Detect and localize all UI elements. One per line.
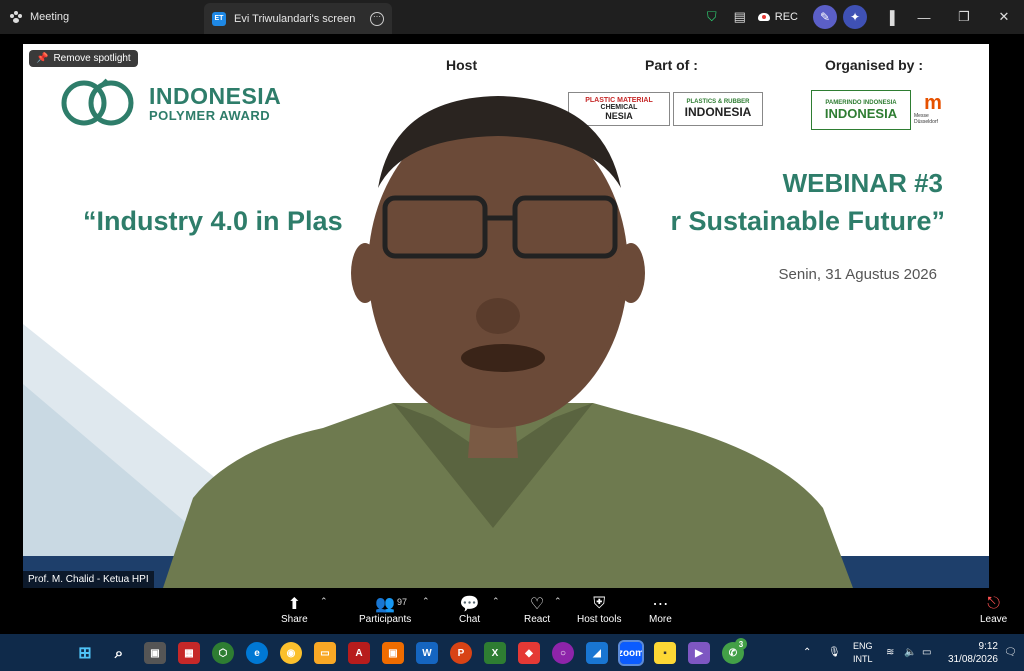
language-indicator[interactable]: ENG INTL	[853, 640, 873, 666]
volume-icon[interactable]: 🔈	[904, 634, 916, 671]
microphone-icon[interactable]: 🎙	[828, 634, 841, 671]
battery-icon[interactable]: ▭	[922, 634, 931, 671]
participants-icon: 👥	[375, 596, 396, 613]
whatsapp-badge: 3	[735, 638, 747, 650]
close-button[interactable]: ✕	[984, 0, 1024, 34]
leave-door-icon: ⎋	[987, 595, 1000, 612]
magic-pen-icon[interactable]: ✎	[813, 5, 837, 29]
tab-screen-share[interactable]: ET Evi Triwulandari's screen ⋯	[204, 3, 392, 34]
word-icon[interactable]: W	[416, 642, 438, 664]
heart-icon: ♡	[529, 596, 545, 613]
app-title: Meeting	[0, 11, 210, 23]
tab-title: Evi Triwulandari's screen	[234, 12, 356, 25]
share-screen-icon: ⬆︎	[287, 596, 302, 613]
pin-icon: 📌	[36, 53, 49, 64]
tray-chevron-icon[interactable]: ⌃	[803, 634, 811, 671]
file-explorer-icon[interactable]: ▭	[314, 642, 336, 664]
share-options-caret-icon[interactable]: ⌃	[320, 596, 328, 607]
tab-badge: ET	[212, 11, 226, 26]
restore-button[interactable]: ❐	[944, 0, 984, 34]
messe-m-icon: m	[924, 92, 942, 114]
app-red-icon[interactable]: ◆	[518, 642, 540, 664]
media-player-icon[interactable]: ▶	[688, 642, 710, 664]
chat-icon: 💬	[459, 596, 480, 613]
messe-label: Messe Düsseldorf	[914, 113, 938, 125]
language-secondary: INTL	[853, 654, 873, 664]
remove-spotlight-button[interactable]: 📌 Remove spotlight	[29, 50, 138, 67]
react-options-caret-icon[interactable]: ⌃	[554, 596, 562, 607]
more-button[interactable]: ⋯ More	[649, 594, 672, 625]
side-panel-icon[interactable]: ▐	[876, 0, 904, 34]
excel-icon[interactable]: X	[484, 642, 506, 664]
chat-label: Chat	[459, 614, 481, 625]
messe-dusseldorf-logo: m Messe Düsseldorf	[914, 90, 952, 128]
leave-label: Leave	[980, 614, 1008, 625]
host-tools-button[interactable]: ⛨ Host tools	[577, 594, 621, 625]
title-bar-right: ⛉ ▤ REC ✎ ✦ ▐ — ❐ ✕	[698, 0, 1024, 34]
speaker-video	[163, 96, 853, 588]
participants-label: Participants	[359, 614, 412, 625]
app-green-icon[interactable]: ⬡	[212, 642, 234, 664]
participant-name-tag: Prof. M. Chalid - Ketua HPI	[23, 571, 154, 588]
meeting-controls: ⬆︎ Share ⌃ 👥 Participants 97 ⌃ 💬 Chat ⌃ …	[0, 588, 1024, 634]
app-purple-icon[interactable]: ○	[552, 642, 574, 664]
cloud-record-icon	[757, 13, 770, 21]
clock-date: 31/08/2026	[947, 654, 998, 665]
chat-options-caret-icon[interactable]: ⌃	[492, 596, 500, 607]
rec-label: REC	[774, 11, 798, 23]
clock-time: 9:12	[978, 641, 998, 652]
windows-taskbar: ⊞ ⌕ ▣ ▦ ⬡ e ◉ ▭ A ▣ W P X ◆ ○ ◢ zoom ▪ ▶…	[0, 634, 1024, 671]
chrome-icon[interactable]: ◉	[280, 642, 302, 664]
app-red-grid-icon[interactable]: ▦	[178, 642, 200, 664]
zoom-icon[interactable]: zoom	[618, 640, 644, 666]
video-spotlight[interactable]: INDONESIA POLYMER AWARD Host Part of : O…	[23, 44, 989, 588]
more-label: More	[649, 614, 672, 625]
title-bar: Meeting ET Evi Triwulandari's screen ⋯ ⛉…	[0, 0, 1024, 34]
react-label: React	[524, 614, 551, 625]
notification-icon[interactable]: 🗨	[1004, 634, 1017, 671]
paw-icon	[10, 11, 22, 23]
recording-indicator[interactable]: REC	[757, 11, 798, 23]
app-blue-icon[interactable]: ◢	[586, 642, 608, 664]
share-label: Share	[281, 614, 308, 625]
app-title-label: Meeting	[30, 11, 70, 23]
react-button[interactable]: ♡ React	[524, 594, 550, 625]
host-tools-label: Host tools	[577, 614, 622, 625]
notes-icon[interactable]: ▤	[726, 0, 754, 34]
language-primary: ENG	[853, 641, 873, 651]
chat-button[interactable]: 💬 Chat	[459, 594, 480, 625]
minimize-button[interactable]: —	[904, 0, 944, 34]
app-orange-icon[interactable]: ▣	[382, 642, 404, 664]
system-clock[interactable]: 9:12 31/08/2026	[948, 640, 998, 666]
sticky-notes-icon[interactable]: ▪	[654, 642, 676, 664]
participants-options-caret-icon[interactable]: ⌃	[422, 596, 430, 607]
task-view-icon[interactable]: ▣	[144, 642, 166, 664]
share-button[interactable]: ⬆︎ Share	[281, 594, 308, 625]
more-dots-icon: ⋯	[652, 596, 669, 613]
participants-count: 97	[397, 597, 408, 607]
edge-icon[interactable]: e	[246, 642, 268, 664]
powerpoint-icon[interactable]: P	[450, 642, 472, 664]
ai-sparkle-icon[interactable]: ✦	[843, 5, 867, 29]
pdf-reader-icon[interactable]: A	[348, 642, 370, 664]
shield-check-icon[interactable]: ⛉	[698, 0, 726, 34]
search-icon[interactable]: ⌕	[108, 642, 130, 664]
remove-spotlight-label: Remove spotlight	[53, 53, 131, 64]
shield-icon: ⛨	[593, 595, 606, 612]
wifi-icon[interactable]: ≋	[886, 634, 894, 671]
windows-start-icon[interactable]: ⊞	[74, 642, 96, 664]
leave-button[interactable]: ⎋ Leave	[980, 594, 1007, 625]
more-options-icon[interactable]: ⋯	[370, 12, 384, 26]
